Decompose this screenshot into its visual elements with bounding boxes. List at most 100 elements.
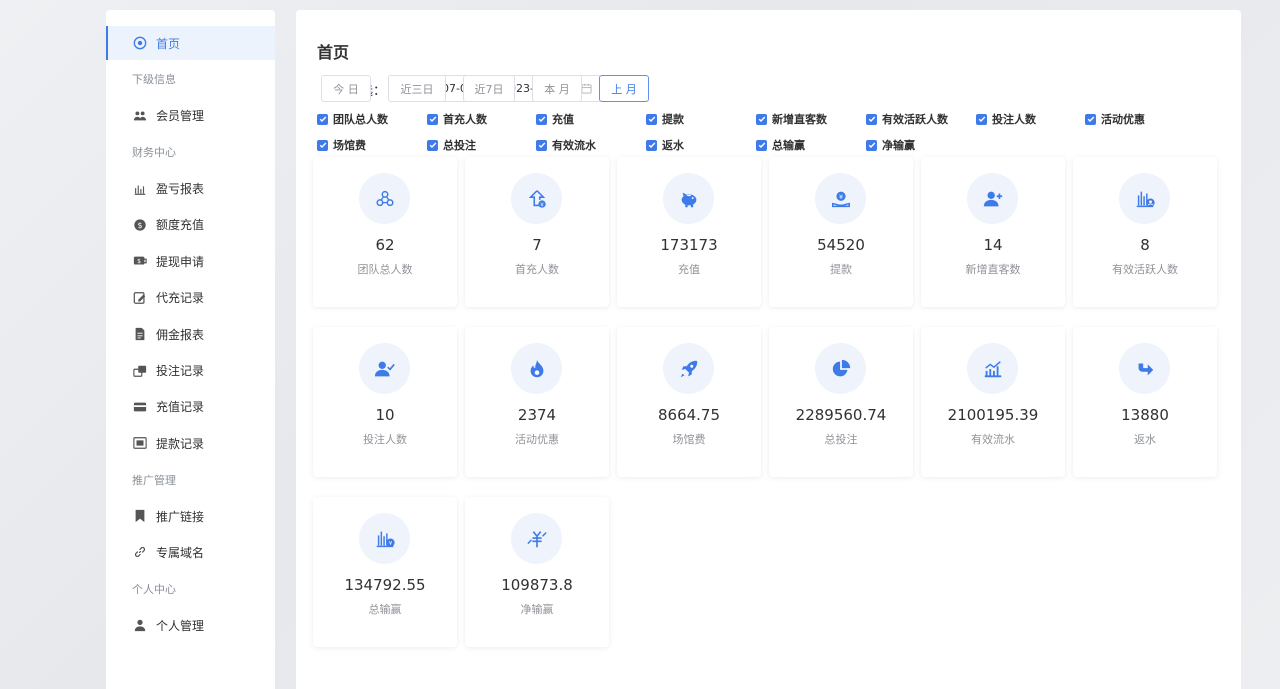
sidebar-item-label: 首页 bbox=[156, 36, 181, 51]
sidebar-item[interactable]: 提款记录 bbox=[106, 426, 275, 460]
withdraw-record-icon bbox=[132, 435, 148, 451]
sidebar-item-label: 推广链接 bbox=[156, 509, 205, 524]
metric-checkbox[interactable]: 有效活跃人数 bbox=[866, 111, 948, 127]
checkbox-checked-icon[interactable] bbox=[976, 113, 987, 125]
sidebar-item[interactable]: 推广链接 bbox=[106, 499, 275, 533]
rocket-icon bbox=[663, 343, 714, 394]
stat-value: 2289560.74 bbox=[795, 406, 887, 424]
stat-card: 62 团队总人数 bbox=[313, 157, 457, 307]
stat-card: ¥54520 提款 bbox=[769, 157, 913, 307]
sidebar-item[interactable]: 充值记录 bbox=[106, 390, 275, 424]
sidebar-group-label: 下级信息 bbox=[132, 73, 176, 87]
metric-checkbox[interactable]: 场馆费 bbox=[317, 137, 366, 153]
metric-checkbox[interactable]: 总投注 bbox=[427, 137, 476, 153]
sidebar-item-label: 专属域名 bbox=[156, 545, 205, 560]
checkbox-checked-icon[interactable] bbox=[427, 139, 438, 151]
metric-checkbox[interactable]: 活动优惠 bbox=[1085, 111, 1145, 127]
stat-label: 活动优惠 bbox=[515, 433, 559, 446]
svg-text:¥: ¥ bbox=[540, 202, 544, 208]
first-deposit-icon: ¥ bbox=[511, 173, 562, 224]
stat-value: 7 bbox=[532, 236, 542, 254]
checkbox-label: 新增直客数 bbox=[772, 113, 827, 126]
card-icon bbox=[132, 399, 148, 415]
checkbox-checked-icon[interactable] bbox=[536, 139, 547, 151]
quick-date-button[interactable]: 今 日 bbox=[321, 75, 371, 102]
quick-date-button[interactable]: 上 月 bbox=[599, 75, 649, 102]
sidebar-item[interactable]: $ 提现申请 bbox=[106, 244, 275, 278]
metric-checkbox[interactable]: 返水 bbox=[646, 137, 684, 153]
stat-value: 109873.8 bbox=[501, 576, 573, 594]
stat-card: 8664.75 场馆费 bbox=[617, 327, 761, 477]
metric-checkbox[interactable]: 投注人数 bbox=[976, 111, 1036, 127]
sidebar-item-label: 提现申请 bbox=[156, 254, 205, 269]
stat-label: 总投注 bbox=[824, 433, 858, 446]
stat-value: 2374 bbox=[517, 406, 557, 424]
sidebar-group-label: 财务中心 bbox=[132, 146, 176, 160]
sidebar-item[interactable]: 专属域名 bbox=[106, 535, 275, 569]
stat-label: 提款 bbox=[830, 263, 852, 276]
link-icon bbox=[132, 544, 148, 560]
quick-date-button[interactable]: 近三日 bbox=[388, 75, 446, 102]
sidebar-group-label: 个人中心 bbox=[132, 582, 176, 596]
checkbox-checked-icon[interactable] bbox=[646, 113, 657, 125]
checkbox-label: 团队总人数 bbox=[333, 113, 388, 126]
quick-date-button[interactable]: 本 月 bbox=[532, 75, 582, 102]
sidebar-item[interactable]: 会员管理 bbox=[106, 99, 275, 133]
checkbox-label: 提款 bbox=[662, 113, 684, 126]
sidebar-item[interactable]: 首页 bbox=[106, 26, 275, 60]
sidebar-item[interactable]: 个人管理 bbox=[106, 608, 275, 642]
checkbox-checked-icon[interactable] bbox=[756, 113, 767, 125]
checkbox-checked-icon[interactable] bbox=[317, 139, 328, 151]
dollar-coin-icon: $ bbox=[132, 217, 148, 233]
sidebar-item[interactable]: 佣金报表 bbox=[106, 317, 275, 351]
checkbox-checked-icon[interactable] bbox=[646, 139, 657, 151]
sidebar-item-label: 投注记录 bbox=[156, 364, 205, 379]
piggy-bank-icon bbox=[663, 173, 714, 224]
stat-label: 首充人数 bbox=[515, 263, 559, 276]
sidebar-item-label: 盈亏报表 bbox=[156, 182, 205, 197]
checkbox-label: 首充人数 bbox=[443, 113, 487, 126]
user-check-icon bbox=[359, 343, 410, 394]
checkbox-checked-icon[interactable] bbox=[1085, 113, 1096, 125]
sidebar-item[interactable]: 代充记录 bbox=[106, 281, 275, 315]
metric-checkbox[interactable]: 新增直客数 bbox=[756, 111, 827, 127]
svg-text:¥: ¥ bbox=[838, 193, 842, 201]
bar-chart-icon bbox=[132, 181, 148, 197]
team-icon bbox=[359, 173, 410, 224]
stat-label: 新增直客数 bbox=[965, 263, 1021, 276]
checkbox-checked-icon[interactable] bbox=[427, 113, 438, 125]
checkbox-checked-icon[interactable] bbox=[756, 139, 767, 151]
metric-checkbox[interactable]: 团队总人数 bbox=[317, 111, 388, 127]
sidebar-item[interactable]: 投注记录 bbox=[106, 354, 275, 388]
stat-label: 团队总人数 bbox=[357, 263, 413, 276]
metric-checkbox[interactable]: 首充人数 bbox=[427, 111, 487, 127]
checkbox-label: 充值 bbox=[552, 113, 574, 126]
checkbox-checked-icon[interactable] bbox=[866, 139, 877, 151]
sidebar-item-label: 额度充值 bbox=[156, 218, 205, 233]
stat-value: 8 bbox=[1140, 236, 1150, 254]
metric-checkbox[interactable]: 有效流水 bbox=[536, 137, 596, 153]
sidebar-group-label: 推广管理 bbox=[132, 473, 176, 487]
sidebar-item[interactable]: $ 额度充值 bbox=[106, 208, 275, 242]
checkbox-checked-icon[interactable] bbox=[866, 113, 877, 125]
stat-card: 173173 充值 bbox=[617, 157, 761, 307]
stat-card: 2374 活动优惠 bbox=[465, 327, 609, 477]
stat-card: 10 投注人数 bbox=[313, 327, 457, 477]
metric-checkbox[interactable]: 净输赢 bbox=[866, 137, 915, 153]
edit-icon bbox=[132, 290, 148, 306]
checkbox-checked-icon[interactable] bbox=[317, 113, 328, 125]
metric-checkbox[interactable]: 提款 bbox=[646, 111, 684, 127]
checkbox-checked-icon[interactable] bbox=[536, 113, 547, 125]
stat-label: 返水 bbox=[1134, 433, 1156, 446]
sidebar-item[interactable]: 盈亏报表 bbox=[106, 172, 275, 206]
sidebar-item-label: 会员管理 bbox=[156, 109, 205, 124]
sidebar-item-label: 个人管理 bbox=[156, 618, 205, 633]
checkbox-label: 有效活跃人数 bbox=[882, 113, 948, 126]
metric-checkbox[interactable]: 充值 bbox=[536, 111, 574, 127]
user-icon bbox=[132, 617, 148, 633]
checkbox-label: 有效流水 bbox=[552, 139, 596, 152]
quick-date-button[interactable]: 近7日 bbox=[463, 75, 515, 102]
metric-checkbox[interactable]: 总输赢 bbox=[756, 137, 805, 153]
stat-card: 8 有效活跃人数 bbox=[1073, 157, 1217, 307]
stat-label: 投注人数 bbox=[363, 433, 407, 446]
